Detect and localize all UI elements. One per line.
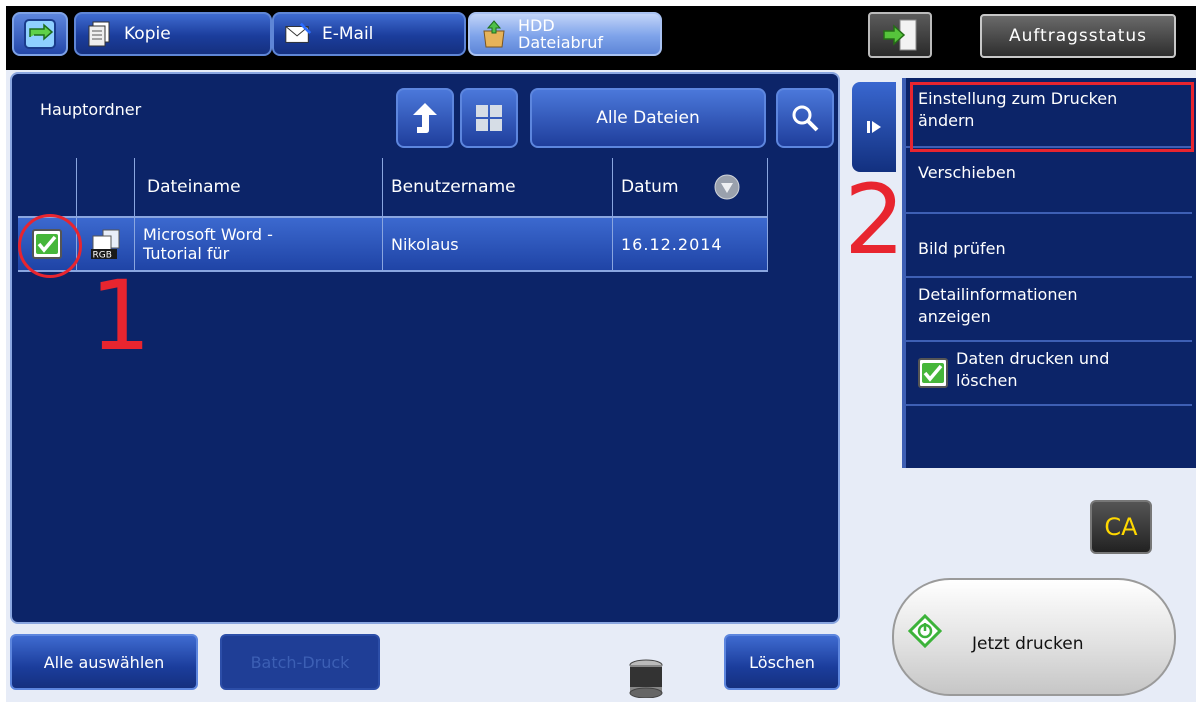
annotation-circle <box>18 214 82 278</box>
annotation-highlight-box <box>910 82 1194 152</box>
job-status-button[interactable]: Auftragsstatus <box>980 14 1176 58</box>
filename-line2: Tutorial für <box>143 244 230 263</box>
file-table: Dateiname Benutzername Datum RGB Microso… <box>18 158 768 272</box>
thumbnail-view-button[interactable] <box>460 88 518 148</box>
start-icon <box>908 614 942 648</box>
print-and-delete-line2: löschen <box>956 371 1018 390</box>
annotation-step-2: 2 <box>844 164 906 276</box>
detail-info-line2: anzeigen <box>918 307 991 326</box>
header-username[interactable]: Benutzername <box>382 158 612 216</box>
batch-print-button[interactable]: Batch-Druck <box>220 634 380 690</box>
logout-icon <box>883 19 917 51</box>
delete-button[interactable]: Löschen <box>724 634 840 690</box>
printer-screen: Kopie E-Mail HDD Dateiabruf Auftragsstat… <box>6 6 1196 702</box>
header-type <box>76 158 134 216</box>
current-folder-label: Hauptordner <box>40 100 142 119</box>
action-panel-toggle[interactable] <box>852 82 896 172</box>
copy-icon <box>86 20 114 48</box>
clear-all-button[interactable]: CA <box>1090 500 1152 554</box>
annotation-step-1: 1 <box>90 260 152 372</box>
file-type-badge: RGB <box>92 251 111 261</box>
print-now-button[interactable]: Jetzt drucken <box>892 578 1176 696</box>
email-icon <box>284 20 312 48</box>
storage-icon <box>626 658 666 702</box>
panel-collapse-icon <box>867 121 881 133</box>
document-file-icon: RGB <box>90 229 119 261</box>
tab-hdd-label-line2: Dateiabruf <box>518 33 603 52</box>
filename-line1: Microsoft Word - <box>143 225 273 244</box>
row-date-cell: 16.12.2014 <box>612 218 768 270</box>
detail-info-action[interactable]: Detailinformationen anzeigen <box>906 278 1192 342</box>
search-icon <box>792 105 819 132</box>
header-filename[interactable]: Dateiname <box>134 158 382 216</box>
home-button[interactable] <box>12 12 68 56</box>
row-username-cell: Nikolaus <box>382 218 612 270</box>
grid-view-icon <box>476 105 502 131</box>
file-filter-button[interactable]: Alle Dateien <box>530 88 766 148</box>
tab-email[interactable]: E-Mail <box>272 12 466 56</box>
sort-down-icon <box>714 174 740 200</box>
tab-copy-label: Kopie <box>124 24 171 44</box>
print-and-delete-checkbox[interactable] <box>918 358 948 388</box>
mode-switch-icon <box>24 19 56 49</box>
move-action[interactable]: Verschieben <box>906 148 1192 214</box>
tab-hdd-label-line1: HDD <box>518 16 555 35</box>
select-all-button[interactable]: Alle auswählen <box>10 634 198 690</box>
header-date-label: Datum <box>621 177 679 197</box>
print-now-label: Jetzt drucken <box>972 634 1084 654</box>
folder-up-button[interactable] <box>396 88 454 148</box>
tab-hdd-retrieve[interactable]: HDD Dateiabruf <box>468 12 662 56</box>
row-filename-cell: Microsoft Word - Tutorial für <box>134 218 382 270</box>
tab-email-label: E-Mail <box>322 24 374 44</box>
hdd-retrieve-icon <box>480 20 508 48</box>
search-button[interactable] <box>776 88 834 148</box>
arrow-up-icon <box>413 103 437 133</box>
print-and-delete-line1: Daten drucken und <box>956 349 1110 368</box>
check-image-action[interactable]: Bild prüfen <box>906 214 1192 278</box>
tab-copy[interactable]: Kopie <box>74 12 272 56</box>
header-date[interactable]: Datum <box>612 158 768 216</box>
detail-info-line1: Detailinformationen <box>918 285 1078 304</box>
table-header: Dateiname Benutzername Datum <box>18 158 768 218</box>
checkmark-icon <box>922 363 944 383</box>
logout-button[interactable] <box>868 12 932 58</box>
header-select <box>18 158 76 216</box>
top-bar: Kopie E-Mail HDD Dateiabruf Auftragsstat… <box>6 6 1196 70</box>
print-and-delete-toggle[interactable]: Daten drucken und löschen <box>906 342 1192 406</box>
